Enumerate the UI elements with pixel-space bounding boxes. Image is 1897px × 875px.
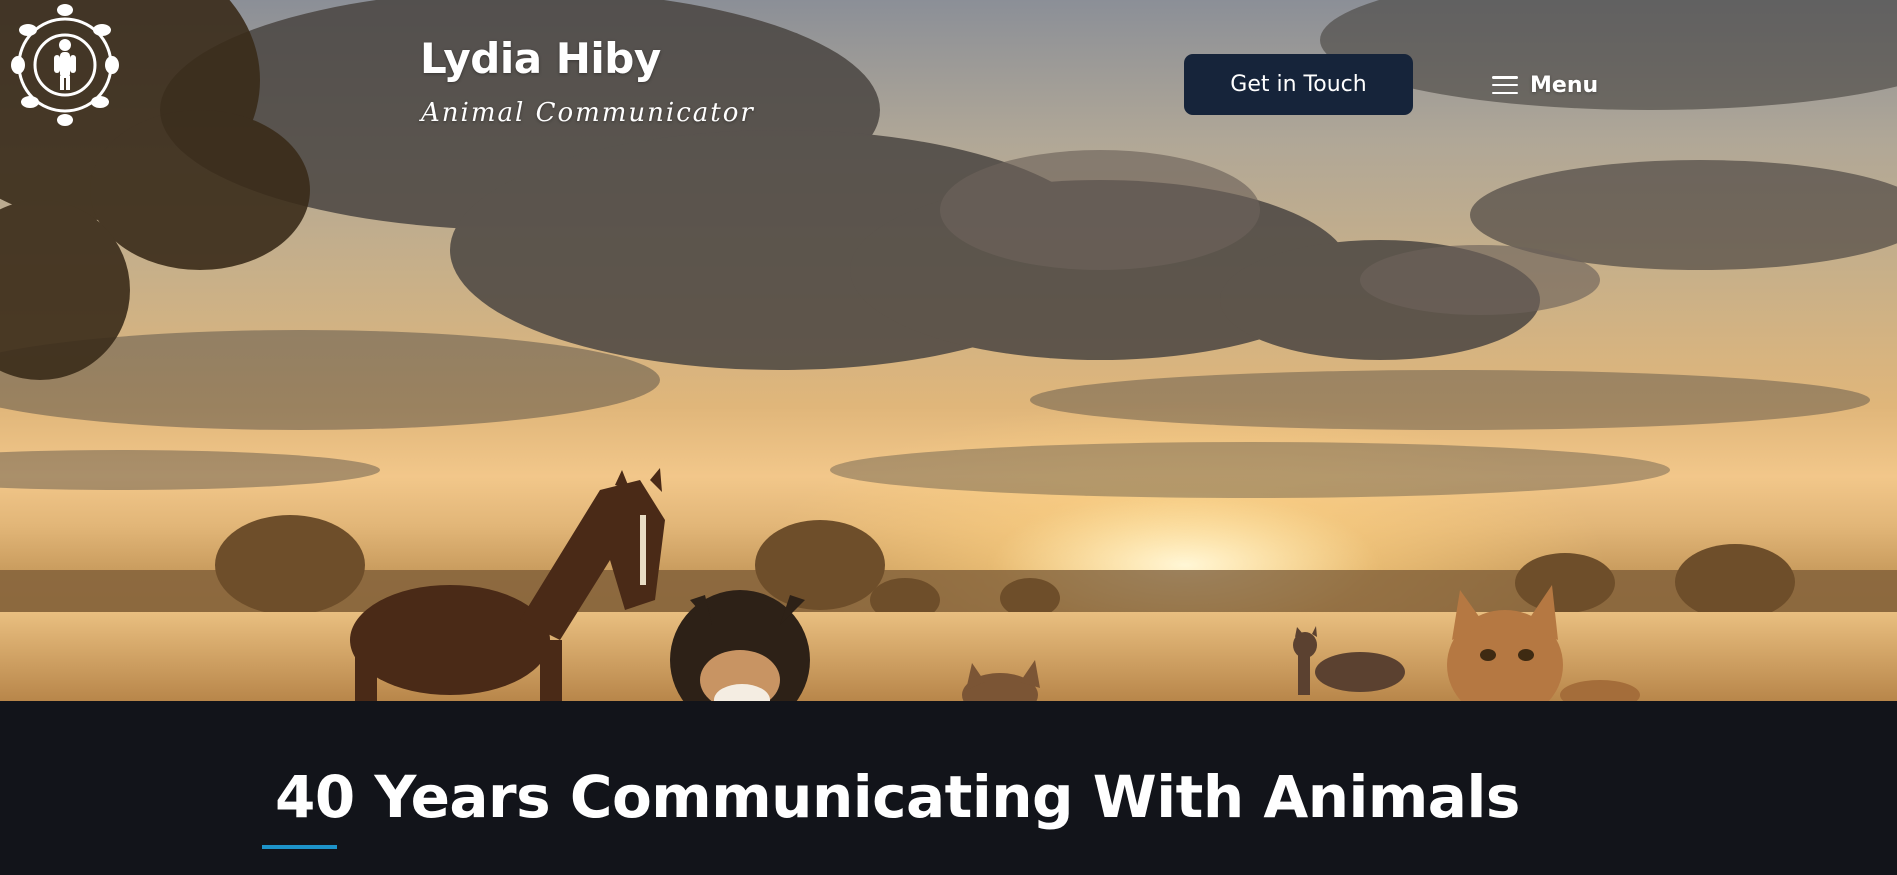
page-headline: 40 Years Communicating With Animals [275, 763, 1520, 831]
horizon-trees [0, 515, 1897, 622]
headline-accent-line [262, 845, 337, 849]
hero-banner: Lydia Hiby Animal Communicator Get in To… [0, 0, 1897, 701]
menu-button[interactable]: Menu [1492, 68, 1598, 102]
get-in-touch-button[interactable]: Get in Touch [1184, 54, 1413, 115]
hamburger-icon [1492, 76, 1518, 94]
brand-tagline: Animal Communicator [421, 98, 755, 128]
animal-circle-logo-icon[interactable] [0, 0, 130, 130]
clouds [0, 0, 1897, 498]
sunset-field-animals-image [0, 0, 1897, 701]
menu-label: Menu [1530, 72, 1599, 98]
brand-name[interactable]: Lydia Hiby [420, 34, 661, 83]
